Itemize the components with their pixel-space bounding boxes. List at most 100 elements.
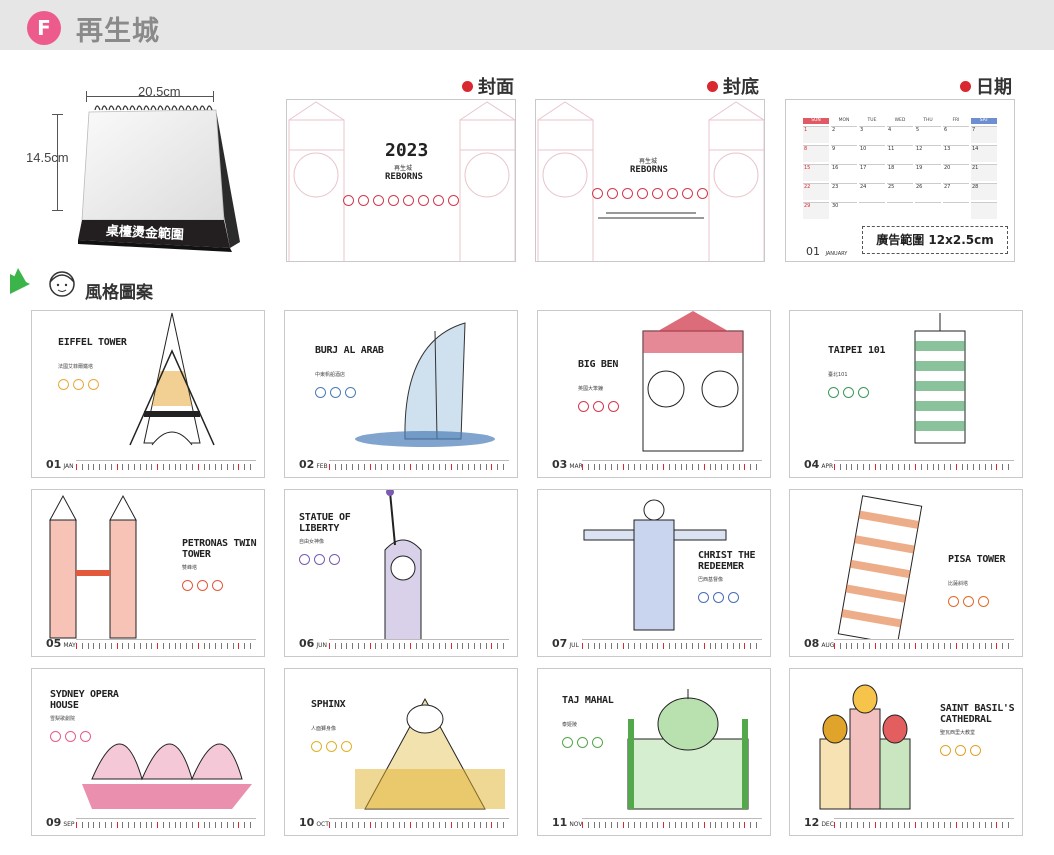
day-tick — [186, 464, 188, 470]
day-tick — [329, 643, 330, 649]
day-tick — [334, 464, 336, 470]
date-cell: 21 — [971, 164, 997, 181]
month-card-mar: BIG BEN 英國大笨鐘 03 MAR — [537, 310, 771, 478]
day-tick — [834, 464, 835, 470]
month-abbr: JUL — [569, 642, 579, 649]
day-tick — [692, 822, 694, 828]
day-tick — [163, 643, 164, 649]
day-tick — [238, 464, 240, 470]
day-tick — [680, 464, 682, 470]
day-tick — [1002, 643, 1004, 649]
day-tick — [582, 464, 583, 470]
day-tick — [845, 643, 847, 649]
month-abbr: OCT — [316, 821, 329, 828]
back-zh: 再生城 — [639, 158, 658, 165]
day-tick — [369, 643, 371, 649]
day-tick — [611, 464, 612, 470]
day-tick — [369, 822, 371, 828]
day-tick — [474, 464, 475, 470]
day-tick — [880, 464, 882, 470]
date-cell: 19 — [915, 164, 941, 181]
date-cell: 4 — [887, 126, 913, 143]
page-title: 再生城 — [76, 16, 160, 47]
month-number: 06 — [299, 637, 315, 650]
dates-month: 01 JANUARY — [806, 245, 848, 258]
month-number: 02 — [299, 458, 315, 471]
card-subtitle: 人面獅身像 — [311, 726, 337, 732]
day-tick — [128, 822, 130, 828]
day-tick — [450, 643, 452, 649]
date-cell: 27 — [943, 183, 969, 200]
category-icon — [948, 596, 959, 607]
card-month: 01 JAN — [46, 458, 74, 471]
day-tick — [851, 822, 853, 828]
day-tick — [892, 643, 893, 649]
date-cell: 17 — [859, 164, 885, 181]
day-tick — [703, 643, 705, 649]
red-dot-icon — [462, 81, 473, 92]
day-tick — [456, 464, 458, 470]
weekday-header: WED — [894, 118, 906, 123]
category-icon — [940, 745, 951, 756]
date-cell: 15 — [803, 164, 829, 181]
category-icon — [341, 741, 352, 752]
day-tick — [410, 643, 412, 649]
landmark-illustration — [49, 494, 137, 639]
category-icon — [50, 731, 61, 742]
day-tick — [110, 464, 112, 470]
day-tick — [967, 464, 969, 470]
day-tick — [663, 464, 665, 470]
day-tick — [445, 464, 446, 470]
day-tick — [634, 822, 636, 828]
style-section-title: 風格圖案 — [8, 264, 168, 304]
card-title: TAJ MAHAL — [562, 695, 614, 706]
day-tick — [732, 643, 734, 649]
category-icon — [345, 387, 356, 398]
day-tick — [605, 643, 607, 649]
day-tick — [387, 464, 388, 470]
day-tick — [346, 822, 348, 828]
day-tick — [738, 464, 740, 470]
day-tick — [145, 822, 147, 828]
day-strip — [582, 639, 762, 651]
day-tick — [497, 643, 499, 649]
day-tick — [886, 643, 888, 649]
month-number: 12 — [804, 816, 820, 829]
card-month: 02 FEB — [299, 458, 328, 471]
day-tick — [157, 822, 159, 828]
card-title: SPHINX — [311, 699, 346, 710]
day-tick — [886, 464, 888, 470]
category-icon — [963, 596, 974, 607]
day-tick — [76, 464, 77, 470]
day-tick — [857, 822, 859, 828]
month-card-jun: STATUE OF LIBERTY 自由女神像 06 JUN — [284, 489, 518, 657]
card-month: 03 MAR — [552, 458, 583, 471]
day-tick — [151, 643, 153, 649]
month-card-sep: SYDNEY OPERA HOUSE 雪梨歌劇院 09 SEP — [31, 668, 265, 836]
day-tick — [587, 822, 589, 828]
month-card-jan: EIFFEL TOWER 法國艾菲爾鐵塔 01 JAN — [31, 310, 265, 478]
day-tick — [979, 464, 980, 470]
dates-thumbnail: SUN MON TUE WED THU FRI SAT 1 2 3 4 5 6 7 8 9 10 11 12 13 14… — [785, 99, 1015, 262]
card-title: CHRIST THE REDEEMER — [698, 550, 756, 572]
day-tick — [645, 822, 647, 828]
day-tick — [450, 464, 452, 470]
weekday-header: MON — [838, 118, 850, 123]
day-tick — [611, 643, 612, 649]
day-tick — [1008, 643, 1009, 649]
day-tick — [503, 464, 504, 470]
day-tick — [984, 464, 986, 470]
category-icon — [65, 731, 76, 742]
category-icon — [955, 745, 966, 756]
day-tick — [698, 464, 699, 470]
date-cell: 6 — [943, 126, 969, 143]
day-tick — [250, 464, 251, 470]
card-month: 04 APR — [804, 458, 833, 471]
date-cell: 2 — [831, 126, 857, 143]
back-thumbnail: 再生城 REBORNS — [535, 99, 765, 262]
day-tick — [244, 822, 246, 828]
day-tick — [479, 464, 481, 470]
day-tick — [669, 464, 670, 470]
day-tick — [582, 643, 583, 649]
day-tick — [226, 643, 228, 649]
